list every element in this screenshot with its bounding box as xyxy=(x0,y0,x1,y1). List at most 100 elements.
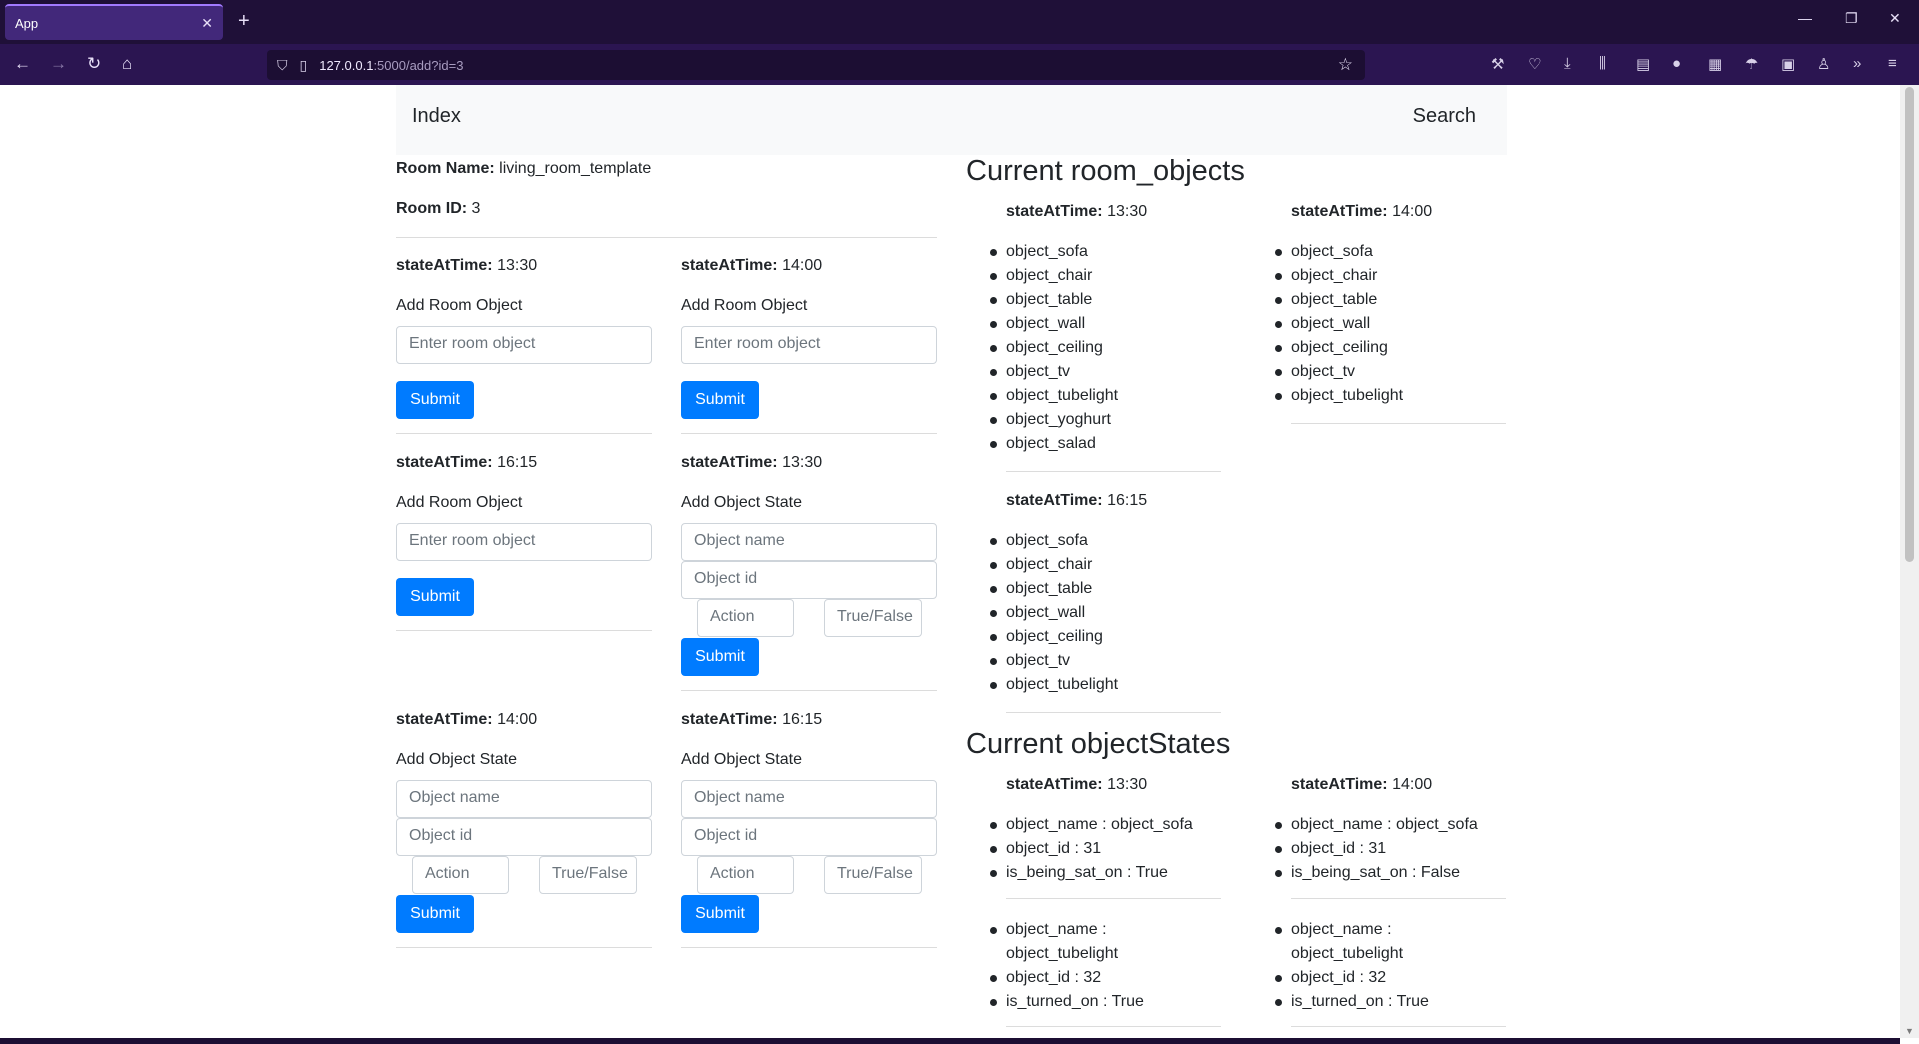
new-tab-icon[interactable]: + xyxy=(238,10,250,32)
url-bar[interactable]: ⛉ ▯ 127.0.0.1 :5000/add?id=3 ☆ xyxy=(267,50,1365,80)
extension-umbrella-icon[interactable]: ☂ xyxy=(1745,55,1758,73)
form-state-time: stateAtTime: 16:15 xyxy=(681,711,823,728)
menu-icon[interactable]: ≡ xyxy=(1888,55,1897,72)
list-item: object_wall xyxy=(990,601,1118,625)
submit-button[interactable]: Submit xyxy=(396,578,474,616)
list-item: is_turned_on : True xyxy=(1275,990,1429,1014)
room-id-value: 3 xyxy=(467,200,481,217)
list-item: object_tv xyxy=(990,649,1118,673)
list-item: object_id : 31 xyxy=(990,837,1193,861)
bookmark-star-icon[interactable]: ☆ xyxy=(1338,55,1353,75)
pocket-icon[interactable]: ♡ xyxy=(1528,55,1541,73)
browser-titlebar: App ✕ + — ❐ ✕ xyxy=(0,0,1919,44)
list-item: object_wall xyxy=(1275,312,1403,336)
list-item: object_chair xyxy=(990,264,1118,288)
browser-toolbar: ← → ↻ ⌂ ⛉ ▯ 127.0.0.1 :5000/add?id=3 ☆ ⚒… xyxy=(0,44,1919,85)
state-time: stateAtTime: 13:30 xyxy=(1006,776,1148,793)
action-input[interactable]: Action xyxy=(697,599,794,637)
scroll-down-arrow-icon[interactable]: ▼ xyxy=(1905,1026,1914,1036)
submit-button[interactable]: Submit xyxy=(681,638,759,676)
form-state-time: stateAtTime: 14:00 xyxy=(681,257,823,274)
extension-note-icon[interactable]: ▦ xyxy=(1708,55,1722,73)
list-item: is_turned_on : True xyxy=(990,990,1144,1014)
list-item: object_tv xyxy=(990,360,1118,384)
list-item: object_tubelight xyxy=(1275,942,1429,966)
restore-icon[interactable]: ❐ xyxy=(1845,10,1858,27)
add-object-state-label: Add Object State xyxy=(681,494,802,511)
list-item: object_tubelight xyxy=(990,673,1118,697)
submit-button[interactable]: Submit xyxy=(681,895,759,933)
list-item: object_tv xyxy=(1275,360,1403,384)
divider xyxy=(1006,712,1221,713)
divider xyxy=(681,433,937,434)
list-item: object_salad xyxy=(990,432,1118,456)
list-item: object_chair xyxy=(1275,264,1403,288)
wrench-icon[interactable]: ⚒ xyxy=(1491,55,1504,73)
object-name-input[interactable]: Object name xyxy=(681,523,937,561)
app-navbar: Index Search xyxy=(396,85,1507,155)
room-object-input[interactable]: Enter room object xyxy=(396,326,652,364)
room-object-input[interactable]: Enter room object xyxy=(396,523,652,561)
object-name-input[interactable]: Object name xyxy=(396,780,652,818)
list-item: object_name : xyxy=(990,918,1144,942)
list-item: object_tubelight xyxy=(990,384,1118,408)
list-item: object_name : xyxy=(1275,918,1429,942)
minimize-icon[interactable]: — xyxy=(1798,10,1812,26)
divider xyxy=(1006,898,1221,899)
list-item-continuation: object_tubelight xyxy=(1006,945,1119,962)
divider xyxy=(396,630,652,631)
room-objects-heading: Current room_objects xyxy=(966,155,1245,187)
page-viewport: Index Search Room Name: living_room_temp… xyxy=(0,85,1900,1038)
library-icon[interactable]: ⫼ xyxy=(1599,55,1606,72)
download-icon[interactable]: ⤓ xyxy=(1564,55,1571,72)
page-icon: ▯ xyxy=(299,56,308,73)
list-item: object_yoghurt xyxy=(990,408,1118,432)
extension-globe-icon[interactable]: ● xyxy=(1672,55,1681,72)
state-time: stateAtTime: 16:15 xyxy=(1006,492,1148,509)
form-state-time: stateAtTime: 13:30 xyxy=(396,257,538,274)
submit-button[interactable]: Submit xyxy=(396,895,474,933)
list-item: object_ceiling xyxy=(990,625,1118,649)
submit-button[interactable]: Submit xyxy=(396,381,474,419)
object-id-input[interactable]: Object id xyxy=(681,818,937,856)
nav-search-link[interactable]: Search xyxy=(1413,105,1476,128)
divider xyxy=(1291,423,1506,424)
shield-icon[interactable]: ⛉ xyxy=(277,57,288,74)
reload-icon[interactable]: ↻ xyxy=(87,53,101,75)
list-item: object_sofa xyxy=(990,240,1118,264)
back-icon[interactable]: ← xyxy=(14,53,31,75)
scrollbar-thumb[interactable] xyxy=(1905,87,1914,562)
browser-tab[interactable]: App ✕ xyxy=(5,4,223,40)
true-false-input[interactable]: True/False xyxy=(824,599,922,637)
add-object-state-label: Add Object State xyxy=(681,751,802,768)
form-state-time: stateAtTime: 16:15 xyxy=(396,454,538,471)
add-room-object-label: Add Room Object xyxy=(396,297,523,314)
true-false-input[interactable]: True/False xyxy=(824,856,922,894)
add-room-object-label: Add Room Object xyxy=(396,494,523,511)
room-object-list: object_sofa object_chair object_table ob… xyxy=(1275,240,1403,408)
action-input[interactable]: Action xyxy=(412,856,509,894)
extension-box-icon[interactable]: ▣ xyxy=(1781,55,1795,73)
list-item: object_table xyxy=(990,577,1118,601)
sidebar-icon[interactable]: ▤ xyxy=(1636,55,1650,73)
vertical-scrollbar[interactable]: ▼ xyxy=(1900,85,1919,1038)
true-false-input[interactable]: True/False xyxy=(539,856,637,894)
list-item: object_id : 31 xyxy=(1275,837,1478,861)
room-object-input[interactable]: Enter room object xyxy=(681,326,937,364)
overflow-chevron-icon[interactable]: » xyxy=(1853,55,1861,72)
object-id-input[interactable]: Object id xyxy=(396,818,652,856)
nav-index-link[interactable]: Index xyxy=(412,105,461,128)
extension-person-icon[interactable]: ♙ xyxy=(1817,55,1830,73)
close-window-icon[interactable]: ✕ xyxy=(1889,10,1901,27)
list-item: object_name : object_sofa xyxy=(1275,813,1478,837)
home-icon[interactable]: ⌂ xyxy=(122,53,132,75)
submit-button[interactable]: Submit xyxy=(681,381,759,419)
object-state-list: object_name : object_tubelight object_id… xyxy=(1275,918,1429,1014)
object-id-input[interactable]: Object id xyxy=(681,561,937,599)
list-item: object_ceiling xyxy=(990,336,1118,360)
divider xyxy=(1006,1026,1221,1027)
object-name-input[interactable]: Object name xyxy=(681,780,937,818)
forward-icon[interactable]: → xyxy=(50,53,67,75)
close-tab-icon[interactable]: ✕ xyxy=(201,15,213,32)
action-input[interactable]: Action xyxy=(697,856,794,894)
